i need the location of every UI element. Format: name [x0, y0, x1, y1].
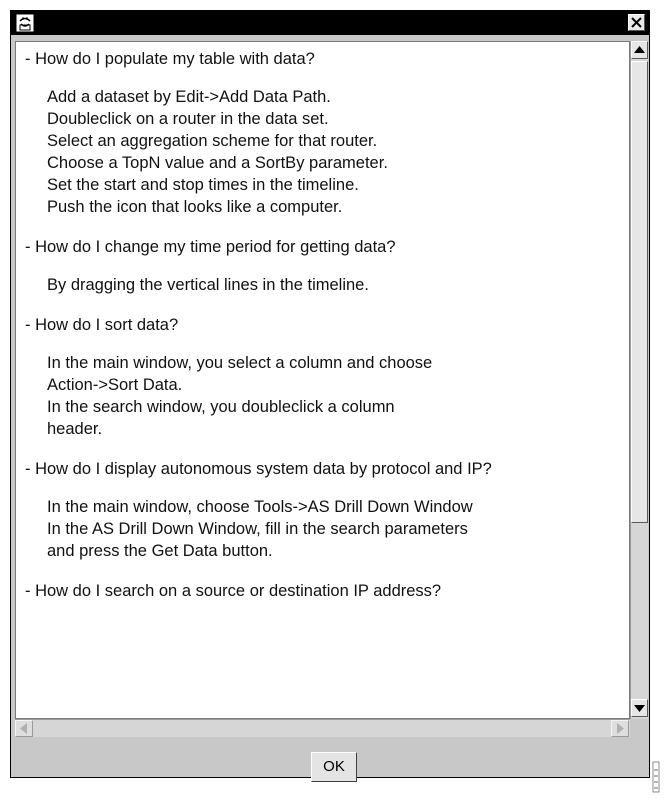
- scroll-thumb[interactable]: [631, 61, 648, 523]
- faq-answer-line: and press the Get Data button.: [47, 542, 273, 560]
- faq-answer-line: Push the icon that looks like a computer…: [47, 198, 343, 216]
- faq-answer-line: Action->Sort Data.: [47, 376, 183, 394]
- faq-question: - How do I change my time period for get…: [25, 238, 396, 256]
- scroll-left-button[interactable]: [15, 720, 33, 737]
- faq-question: - How do I populate my table with data?: [25, 50, 315, 68]
- arrow-down-icon: [634, 705, 645, 712]
- faq-list: - How do I populate my table with data? A…: [16, 42, 629, 602]
- faq-text-area[interactable]: - How do I populate my table with data? A…: [15, 41, 630, 719]
- faq-answer: In the main window, you select a column …: [25, 352, 629, 440]
- faq-answer-line: In the main window, choose Tools->AS Dri…: [47, 498, 473, 516]
- title-bar[interactable]: [11, 11, 649, 35]
- close-icon: [631, 17, 642, 28]
- faq-answer: Add a dataset by Edit->Add Data Path. Dou…: [25, 86, 629, 218]
- faq-item: - How do I search on a source or destina…: [25, 580, 629, 602]
- faq-item: - How do I change my time period for get…: [25, 236, 629, 296]
- faq-answer-line: Add a dataset by Edit->Add Data Path.: [47, 88, 331, 106]
- faq-question: - How do I display autonomous system dat…: [25, 460, 492, 478]
- horizontal-scrollbar[interactable]: [15, 719, 630, 737]
- faq-answer-line: Select an aggregation scheme for that ro…: [47, 132, 378, 150]
- faq-item: - How do I populate my table with data? A…: [25, 48, 629, 218]
- faq-answer-line: header.: [47, 420, 103, 438]
- arrow-up-icon: [634, 46, 645, 53]
- ok-button[interactable]: OK: [311, 752, 357, 782]
- faq-answer-line: Choose a TopN value and a SortBy paramet…: [47, 154, 388, 172]
- faq-item: - How do I sort data? In the main window,…: [25, 314, 629, 440]
- faq-answer-line: In the main window, you select a column …: [47, 354, 433, 372]
- faq-item: - How do I display autonomous system dat…: [25, 458, 629, 562]
- scroll-down-button[interactable]: [631, 699, 648, 717]
- side-watermark: [652, 761, 660, 793]
- faq-question: - How do I search on a source or destina…: [25, 582, 442, 600]
- scroll-up-button[interactable]: [631, 41, 648, 59]
- faq-answer-line: By dragging the vertical lines in the ti…: [47, 276, 369, 294]
- faq-answer-line: In the AS Drill Down Window, fill in the…: [47, 520, 468, 538]
- arrow-right-icon: [617, 723, 624, 734]
- faq-answer-line: In the search window, you doubleclick a …: [47, 398, 395, 416]
- faq-question: - How do I sort data?: [25, 316, 179, 334]
- faq-answer-line: Doubleclick on a router in the data set.: [47, 110, 329, 128]
- faq-answer: By dragging the vertical lines in the ti…: [25, 274, 629, 296]
- faq-answer: In the main window, choose Tools->AS Dri…: [25, 496, 629, 562]
- vertical-scrollbar[interactable]: [630, 41, 648, 719]
- close-button[interactable]: [628, 14, 645, 31]
- scroll-right-button[interactable]: [611, 720, 629, 737]
- faq-dialog: - How do I populate my table with data? A…: [10, 10, 650, 782]
- arrow-left-icon: [20, 723, 27, 734]
- app-icon: [15, 13, 35, 33]
- faq-answer-line: Set the start and stop times in the time…: [47, 176, 359, 194]
